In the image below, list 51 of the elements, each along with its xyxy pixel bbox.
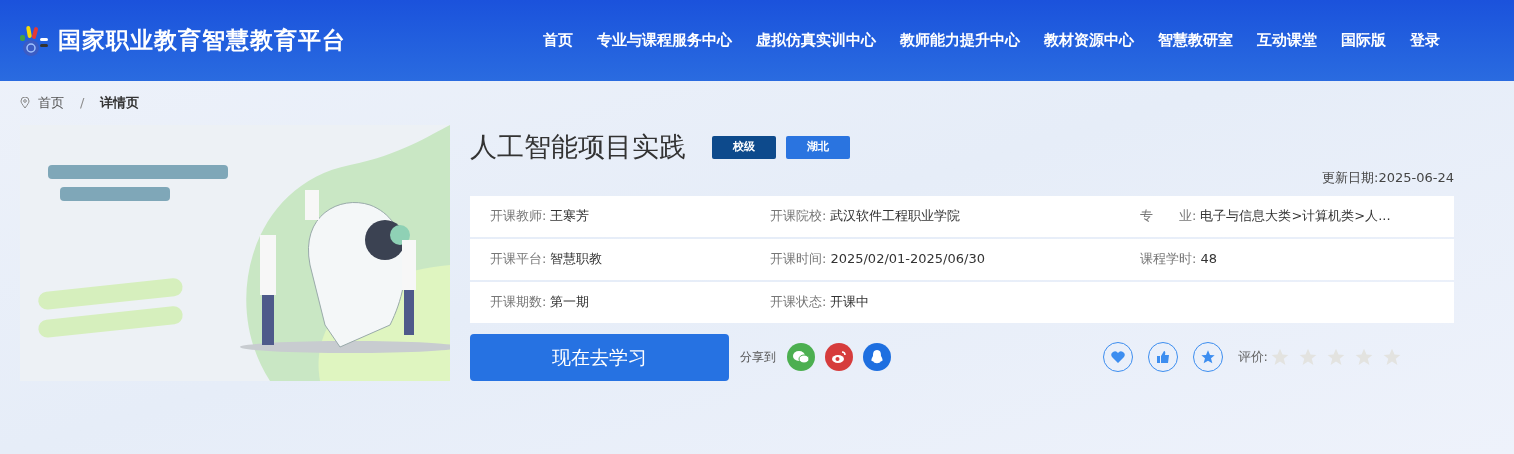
penguin-share-button[interactable] (863, 343, 891, 371)
field-label: 开课时间: (770, 250, 827, 269)
field-value: 48 (1200, 250, 1217, 269)
nav-link[interactable]: 首页 (543, 29, 573, 52)
tag: 湖北 (786, 135, 850, 159)
field-value: 电子与信息大类>计算机类>人... (1200, 207, 1391, 226)
rating-star[interactable] (1382, 347, 1402, 367)
nav-link[interactable]: 互动课堂 (1257, 29, 1317, 52)
field-value: 开课中 (830, 293, 870, 312)
course-title: 人工智能项目实践 (470, 129, 686, 164)
rating-star[interactable] (1270, 347, 1290, 367)
chat-bubbles-share-button[interactable] (787, 343, 815, 371)
field-value: 第一期 (550, 293, 590, 312)
field-value: 武汉软件工程职业学院 (830, 207, 961, 226)
rating-star[interactable] (1354, 347, 1374, 367)
nav-link[interactable]: 教师能力提升中心 (900, 29, 1020, 52)
breadcrumb-link[interactable]: 首页 (38, 93, 64, 113)
study-button[interactable]: 现在去学习 (470, 333, 729, 381)
nav-link[interactable]: 虚拟仿真实训中心 (756, 29, 876, 52)
share-label: 分享到 (740, 349, 776, 366)
location-pin-icon (20, 97, 30, 109)
nav-link[interactable]: 登录 (1410, 29, 1440, 52)
heart-icon (1110, 351, 1125, 363)
tag: 校级 (712, 135, 776, 159)
field-value: 智慧职教 (550, 250, 603, 269)
weibo-share-button[interactable] (825, 343, 853, 371)
penguin-icon (870, 349, 884, 365)
field-label: 课程学时: (1140, 250, 1197, 269)
rating-label: 评价: (1237, 348, 1268, 367)
field-label: 开课院校: (770, 207, 827, 226)
chat-bubbles-icon (793, 350, 809, 364)
nav-link[interactable]: 智慧教研室 (1158, 29, 1233, 52)
nav-link[interactable]: 国际版 (1341, 29, 1386, 52)
field-value: 2025/02/01-2025/06/30 (830, 250, 985, 269)
field-label: 开课状态: (770, 293, 827, 312)
field-label: 专 业: (1140, 207, 1197, 226)
breadcrumb-separator: / (80, 94, 85, 113)
site-title: 国家职业教育智慧教育平台 (58, 26, 346, 56)
nav-link[interactable]: 教材资源中心 (1044, 29, 1134, 52)
breadcrumb-link[interactable]: 详情页 (100, 93, 140, 113)
field-label: 开课期数: (490, 293, 547, 312)
rating-star[interactable] (1298, 347, 1318, 367)
update-date: 更新日期:2025-06-24 (1322, 169, 1454, 187)
star-icon (1199, 349, 1216, 365)
field-value: 王寒芳 (550, 207, 590, 226)
nav-link[interactable]: 专业与课程服务中心 (597, 29, 732, 52)
field-label: 开课平台: (490, 250, 547, 269)
eye-swirl-icon (831, 350, 847, 364)
rating-star[interactable] (1326, 347, 1346, 367)
thumbs-up-icon (1155, 350, 1170, 364)
field-label: 开课教师: (490, 207, 547, 226)
